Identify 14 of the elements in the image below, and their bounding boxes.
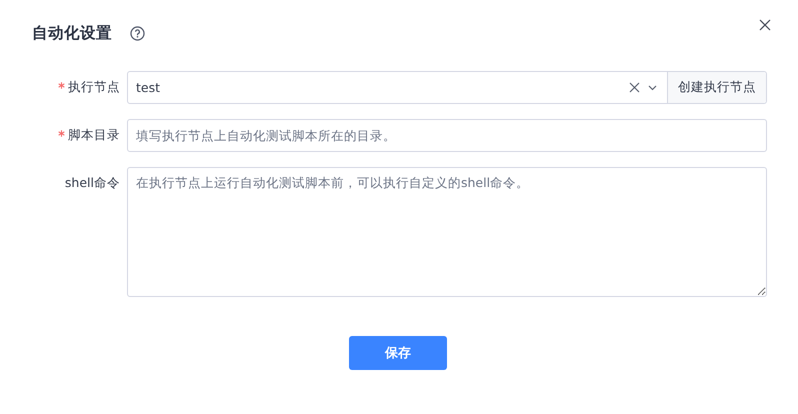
chevron-down-icon[interactable] <box>648 84 657 90</box>
input-field[interactable]: 填写执行节点上自动化测试脚本所在的目录。 <box>127 119 767 152</box>
save-button[interactable]: 保存 <box>349 336 447 370</box>
help-icon[interactable] <box>130 26 145 40</box>
dialog-title: 自动化设置 <box>32 22 112 44</box>
select-field[interactable]: test 创建执行节点 <box>127 71 767 104</box>
field-label: 执行节点 <box>68 79 120 96</box>
create-node-button[interactable]: 创建执行节点 <box>667 72 766 103</box>
select-value[interactable]: test <box>128 72 619 103</box>
field-label: shell命令 <box>64 175 120 192</box>
close-icon[interactable] <box>759 19 771 31</box>
field-label: 脚本目录 <box>68 127 120 144</box>
textarea-field[interactable]: 在执行节点上运行自动化测试脚本前，可以执行自定义的shell命令。 <box>127 167 767 297</box>
clear-icon[interactable] <box>629 82 640 93</box>
